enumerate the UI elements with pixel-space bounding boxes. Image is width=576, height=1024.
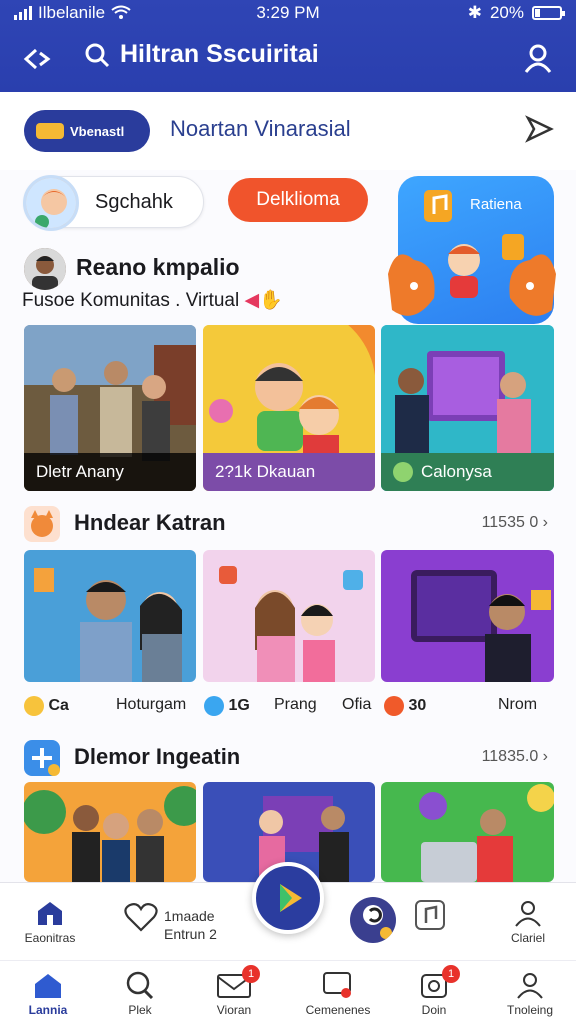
toolbar-home[interactable]: Eaonitras <box>20 899 80 945</box>
card-caption: 2?1k Dkauan <box>203 453 375 491</box>
meta-item: Ofia <box>342 696 372 713</box>
avatar <box>24 248 66 290</box>
avatar <box>23 175 79 231</box>
search-field[interactable]: Hiltran Sscuiritai <box>84 40 319 69</box>
see-more-link[interactable]: 11535 0 › <box>482 514 548 532</box>
search-icon <box>85 43 110 67</box>
play-icon <box>280 884 302 912</box>
puzzle-icon <box>24 740 60 776</box>
nav-item-live[interactable]: Doin 1 <box>404 965 464 1017</box>
see-more-link[interactable]: 11835.0 › <box>482 748 548 766</box>
card-image <box>24 782 196 882</box>
meta-item: Nrom <box>498 696 538 713</box>
nav-item-comments[interactable]: Cemenenes <box>300 971 376 1017</box>
media-card[interactable] <box>24 782 196 882</box>
app-header: Hiltran Sscuiritai <box>0 34 576 84</box>
section-header: Dlemor Ingeatin 11835.0 › <box>24 738 554 778</box>
section-title: Hndear Katran <box>74 510 226 535</box>
fox-icon <box>24 506 60 542</box>
section-subtitle: Fusoe Komunitas . Virtual ◀✋ <box>22 290 283 311</box>
media-card[interactable] <box>24 550 196 682</box>
send-icon[interactable] <box>524 114 554 144</box>
bottom-nav: Lannia Plek Vioran 1 Cemenenes Doin 1 Tn… <box>0 960 576 1024</box>
media-card[interactable] <box>381 550 554 682</box>
section-title: Reano kmpalio <box>76 254 240 280</box>
avatar <box>363 905 392 939</box>
strip-title: Noartan Vinarasial <box>170 116 351 141</box>
feed: Sgchahk Delklioma Ratiena Reano kmpalio … <box>0 170 576 882</box>
user-chip[interactable]: Sgchahk <box>23 175 204 231</box>
play-circle-icon <box>384 696 404 716</box>
card-meta-row: Ca Hoturgam 1G Prang Ofia 30 Nrom <box>24 690 554 724</box>
globe-icon <box>393 462 413 482</box>
toolbar-profile[interactable]: Clariel <box>498 899 558 945</box>
user-avatar-button[interactable] <box>350 897 396 943</box>
promo-card[interactable]: Ratiena <box>388 176 556 324</box>
meta-item: Ca <box>24 696 69 716</box>
nav-item-search[interactable]: Plek <box>110 971 170 1017</box>
bluetooth-icon: ✱ <box>467 3 482 22</box>
comment-icon <box>204 696 224 716</box>
media-card[interactable] <box>203 550 375 682</box>
card-image <box>381 782 554 882</box>
mascot-illustration <box>388 234 556 316</box>
back-arrow-icon <box>23 48 51 70</box>
promo-label: Ratiena <box>470 196 522 213</box>
card-image <box>381 550 554 682</box>
search-title: Hiltran Sscuiritai <box>120 40 319 68</box>
media-card[interactable]: Calonysa <box>381 325 554 491</box>
meta-item: Prang <box>274 696 317 713</box>
card-caption: Calonysa <box>381 453 554 491</box>
comment-icon <box>323 972 351 998</box>
section-title: Dlemor Ingeatin <box>74 744 241 769</box>
emoji-icon: ◀ <box>244 290 260 311</box>
category-chip[interactable]: Vbenastl <box>24 110 150 152</box>
card-image <box>203 550 375 682</box>
card-caption: Dletr Anany <box>24 453 196 491</box>
home-icon <box>38 902 62 925</box>
card-image <box>24 550 196 682</box>
nav-item-home[interactable]: Lannia <box>18 971 78 1017</box>
meta-item: Hoturgam <box>116 696 187 713</box>
battery-icon <box>532 6 565 20</box>
search-icon <box>126 971 154 999</box>
section-header: Reano kmpalio <box>24 248 384 292</box>
profile-icon[interactable] <box>522 42 554 74</box>
primary-action-button[interactable]: Delklioma <box>228 178 368 222</box>
status-bar: Ilbelanile 3:29 PM ✱ 20% <box>0 0 576 26</box>
toolbar-info: 1maade Entrun 2 <box>164 908 217 942</box>
meta-item: 30 <box>384 696 426 716</box>
section-header: Hndear Katran 11535 0 › <box>24 504 554 544</box>
smile-icon <box>24 696 44 716</box>
media-card[interactable]: 2?1k Dkauan <box>203 325 375 491</box>
chip-label: Vbenastl <box>70 123 125 139</box>
music-note-icon <box>424 190 452 222</box>
play-button[interactable] <box>252 862 324 934</box>
hand-icon: ✋ <box>259 290 283 311</box>
category-strip: Vbenastl Noartan Vinarasial <box>0 92 576 170</box>
meta-item: 1G <box>204 696 250 716</box>
home-icon <box>35 974 61 998</box>
battery-percent: 20% <box>489 3 524 22</box>
media-card[interactable]: Dletr Anany <box>24 325 196 491</box>
notification-badge: 1 <box>242 965 260 983</box>
nav-item-profile[interactable]: Tnoleing <box>500 971 560 1017</box>
media-card[interactable] <box>381 782 554 882</box>
top-app-bar: Ilbelanile 3:29 PM ✱ 20% Hiltran Sscuiri… <box>0 0 576 92</box>
person-icon <box>515 901 541 927</box>
heart-icon[interactable] <box>124 901 158 933</box>
ticket-icon <box>36 123 64 139</box>
back-button[interactable] <box>20 42 54 76</box>
person-icon <box>517 973 543 999</box>
user-name: Sgchahk <box>95 191 173 213</box>
notification-badge: 1 <box>442 965 460 983</box>
nav-item-inbox[interactable]: Vioran 1 <box>202 965 266 1017</box>
music-icon[interactable] <box>414 899 446 931</box>
